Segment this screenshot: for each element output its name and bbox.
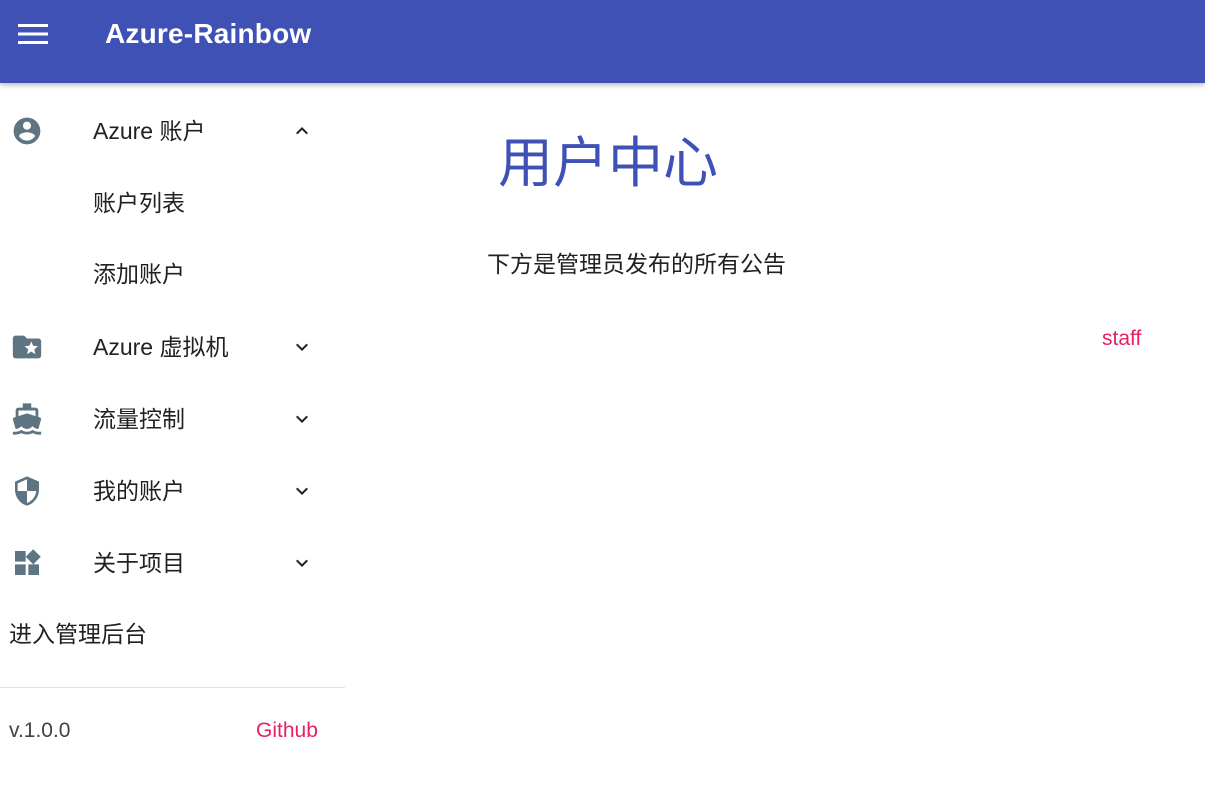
nav-group-traffic-control[interactable]: 流量控制	[0, 389, 345, 449]
nav-group-label: 流量控制	[93, 406, 185, 432]
chevron-down-icon	[288, 549, 316, 577]
nav-group-about[interactable]: 关于项目	[0, 533, 345, 593]
menu-button[interactable]	[8, 11, 58, 61]
version-label: v.1.0.0	[9, 719, 71, 742]
chevron-up-icon	[288, 117, 316, 145]
app-title: Azure-Rainbow	[105, 18, 312, 49]
nav-item-account-list[interactable]: 账户列表	[0, 173, 345, 233]
admin-panel-label: 进入管理后台	[9, 621, 147, 647]
github-link[interactable]: Github	[256, 718, 318, 744]
chevron-down-icon	[288, 333, 316, 361]
navigation-drawer: Azure 账户 账户列表 添加账户 Azure 虚拟机 流量控制 我的账户 关…	[0, 83, 345, 786]
nav-group-my-account[interactable]: 我的账户	[0, 461, 345, 521]
sidebar-divider	[0, 687, 345, 688]
nav-item-add-account[interactable]: 添加账户	[0, 244, 345, 304]
ferry-icon	[10, 402, 44, 436]
nav-group-label: 我的账户	[93, 478, 185, 504]
folder-star-icon	[10, 330, 44, 364]
chevron-down-icon	[288, 477, 316, 505]
nav-item-label: 添加账户	[93, 261, 185, 287]
menu-icon	[18, 23, 48, 50]
nav-group-label: Azure 虚拟机	[93, 334, 229, 360]
page-subtitle: 下方是管理员发布的所有公告	[487, 251, 786, 277]
nav-group-azure-account[interactable]: Azure 账户	[0, 101, 345, 161]
nav-group-label: 关于项目	[93, 550, 185, 576]
admin-panel-link[interactable]: 进入管理后台	[0, 604, 345, 664]
main-content: 用户中心 下方是管理员发布的所有公告 staff	[345, 83, 1205, 786]
chevron-down-icon	[288, 405, 316, 433]
app-bar: Azure-Rainbow	[0, 0, 1205, 83]
announcement-author[interactable]: staff	[1102, 326, 1141, 352]
page-title: 用户中心	[498, 132, 719, 194]
widgets-icon	[10, 546, 44, 580]
nav-item-label: 账户列表	[93, 190, 185, 216]
account-circle-icon	[10, 114, 44, 148]
nav-group-azure-vm[interactable]: Azure 虚拟机	[0, 317, 345, 377]
nav-group-label: Azure 账户	[93, 118, 206, 144]
shield-icon	[10, 474, 44, 508]
